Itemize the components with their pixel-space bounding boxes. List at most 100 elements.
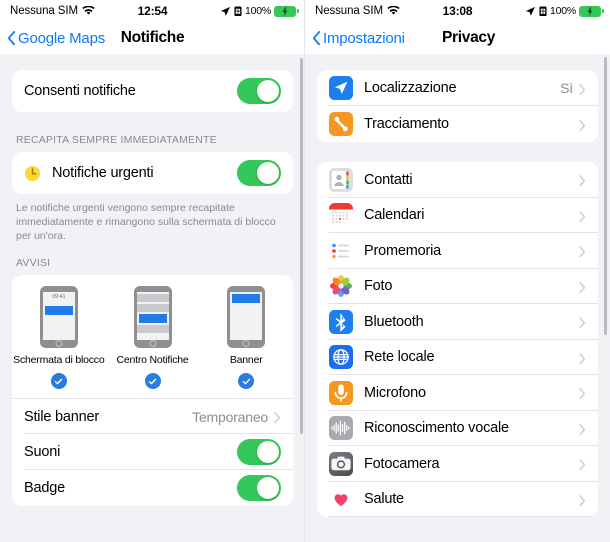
chevron-right-icon	[579, 493, 586, 507]
chevron-right-icon	[579, 351, 586, 365]
toggle-knob	[257, 477, 279, 499]
toggle-badge[interactable]	[237, 475, 281, 501]
row-notifiche-urgenti[interactable]: Notifiche urgenti	[12, 152, 293, 194]
carrier-label: Nessuna SIM	[10, 5, 78, 17]
row-promemoria[interactable]: Promemoria	[317, 233, 598, 269]
privacy-group-location: Localizzazione Sì Tracciamento	[317, 70, 598, 142]
alerts-group: 09:41 Schermata di blocco Centro Notific…	[12, 275, 293, 506]
right-scroll-content: Localizzazione Sì Tracciamento Contatti …	[305, 54, 610, 542]
alert-option-centro-notifiche[interactable]: Centro Notifiche	[106, 286, 200, 389]
alerts-group-header: AVVISI	[16, 257, 51, 269]
chevron-right-icon	[579, 245, 586, 258]
back-button-google-maps[interactable]: Google Maps	[7, 30, 105, 47]
row-fotocamera[interactable]: Fotocamera	[317, 446, 598, 482]
right-scrollbar[interactable]	[604, 57, 607, 335]
preview-placeholder-bar	[136, 304, 169, 312]
alert-option-checkmark[interactable]	[238, 373, 255, 389]
chevron-right-icon	[579, 174, 586, 187]
row-consenti-notifiche[interactable]: Consenti notifiche	[12, 70, 293, 112]
chevron-right-icon	[579, 316, 586, 329]
row-label: Promemoria	[364, 242, 441, 259]
back-button-label: Google Maps	[18, 29, 106, 47]
row-suoni[interactable]: Suoni	[12, 434, 293, 470]
lock-screen-time: 09:41	[52, 294, 66, 300]
row-rete-locale[interactable]: Rete locale	[317, 339, 598, 375]
alert-option-label: Centro Notifiche	[116, 354, 189, 366]
toggle-knob	[257, 441, 279, 463]
row-label: Suoni	[24, 444, 61, 460]
alert-option-banner[interactable]: Banner	[199, 286, 293, 389]
wifi-icon	[82, 5, 95, 16]
row-contatti[interactable]: Contatti	[317, 162, 598, 198]
bluetooth-icon	[329, 309, 353, 334]
row-label: Badge	[24, 480, 65, 496]
row-microfono[interactable]: Microfono	[317, 375, 598, 411]
notification-center-preview	[133, 286, 172, 348]
row-badge[interactable]: Badge	[12, 470, 293, 506]
alert-option-label: Schermata di blocco	[13, 354, 105, 366]
row-label: Bluetooth	[364, 313, 424, 330]
home-button-shape	[55, 339, 63, 347]
lock-screen-preview: 09:41	[39, 286, 78, 348]
microphone-icon	[329, 380, 353, 405]
allow-notifications-group: Consenti notifiche	[12, 70, 293, 112]
toggle-suoni[interactable]	[237, 439, 281, 465]
left-status-bar: Nessuna SIM 12:54 100%	[0, 0, 305, 22]
banner-preview	[227, 286, 266, 348]
urgent-group-footer: Le notifiche urgenti vengono sempre reca…	[16, 202, 276, 242]
right-status-bar: Nessuna SIM 13:08 100%	[305, 0, 610, 22]
alert-option-schermata-di-blocco[interactable]: 09:41 Schermata di blocco	[12, 286, 106, 389]
photos-icon	[329, 274, 353, 299]
toggle-consenti-notifiche[interactable]	[237, 78, 281, 104]
row-stile-banner[interactable]: Stile banner Temporaneo	[12, 398, 293, 434]
row-tracciamento[interactable]: Tracciamento	[317, 106, 598, 142]
health-icon	[329, 487, 353, 512]
preview-notification-bar	[44, 306, 73, 315]
chevron-left-icon	[312, 30, 321, 46]
location-arrow-icon	[525, 6, 536, 17]
row-separator	[329, 516, 598, 517]
left-scroll-content: Consenti notifiche RECAPITA SEMPRE IMMED…	[0, 54, 305, 542]
privacy-group-apps: Contatti Calendari Promemoria Foto Bluet…	[317, 162, 598, 517]
alert-option-checkmark[interactable]	[50, 373, 67, 389]
left-scrollbar[interactable]	[300, 58, 303, 434]
chevron-left-icon	[7, 30, 16, 46]
toggle-knob	[257, 162, 279, 184]
left-nav-bar: Google Maps Notifiche	[0, 22, 305, 54]
row-label: Notifiche urgenti	[52, 165, 154, 181]
status-left: Nessuna SIM	[10, 5, 95, 17]
home-button-shape	[149, 339, 156, 347]
battery-charging-icon	[274, 5, 299, 17]
battery-percent-label: 100%	[244, 5, 271, 17]
toggle-notifiche-urgenti[interactable]	[237, 160, 281, 186]
left-screen-notifiche: Nessuna SIM 12:54 100% Google Maps Notif…	[0, 0, 305, 542]
urgent-group-header: RECAPITA SEMPRE IMMEDIATAMENTE	[16, 134, 217, 146]
row-localizzazione[interactable]: Localizzazione Sì	[317, 70, 598, 106]
speech-recognition-icon	[329, 416, 353, 441]
location-services-icon	[329, 76, 353, 100]
contacts-icon	[329, 167, 353, 192]
row-bluetooth[interactable]: Bluetooth	[317, 304, 598, 340]
urgent-notifications-group: Notifiche urgenti	[12, 152, 293, 194]
row-salute[interactable]: Salute	[317, 481, 598, 517]
reminders-icon	[329, 238, 353, 263]
preview-notification-bar	[138, 314, 167, 323]
row-label: Contatti	[364, 171, 413, 188]
back-button-impostazioni[interactable]: Impostazioni	[312, 30, 405, 47]
row-calendari[interactable]: Calendari	[317, 197, 598, 233]
chevron-right-icon	[579, 422, 586, 436]
alert-option-checkmark[interactable]	[144, 373, 161, 389]
chevron-right-icon	[579, 118, 586, 131]
camera-icon	[329, 451, 353, 476]
row-riconoscimento-vocale[interactable]: Riconoscimento vocale	[317, 410, 598, 446]
calendar-icon	[329, 203, 353, 228]
right-nav-bar: Impostazioni Privacy	[305, 22, 610, 54]
row-label: Rete locale	[364, 349, 435, 366]
sim-card-icon	[539, 5, 547, 17]
row-label: Salute	[364, 491, 404, 508]
row-label: Tracciamento	[364, 116, 449, 132]
row-foto[interactable]: Foto	[317, 268, 598, 304]
wifi-icon	[387, 5, 400, 16]
row-label: Fotocamera	[364, 455, 440, 472]
row-value: Temporaneo	[192, 408, 268, 425]
